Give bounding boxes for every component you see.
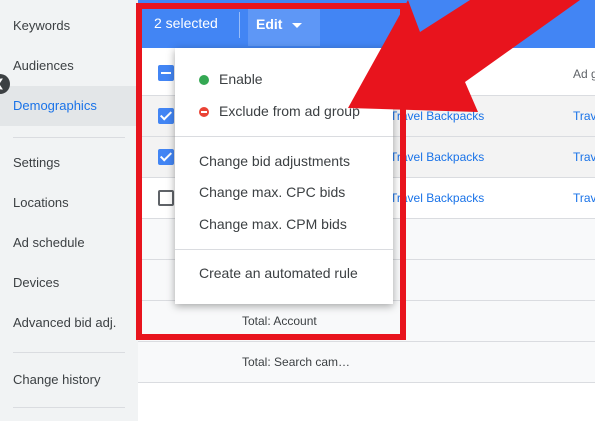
page: Keywords Audiences Demographics Settings… — [0, 0, 595, 421]
annotation-arrow-icon — [348, 0, 580, 112]
